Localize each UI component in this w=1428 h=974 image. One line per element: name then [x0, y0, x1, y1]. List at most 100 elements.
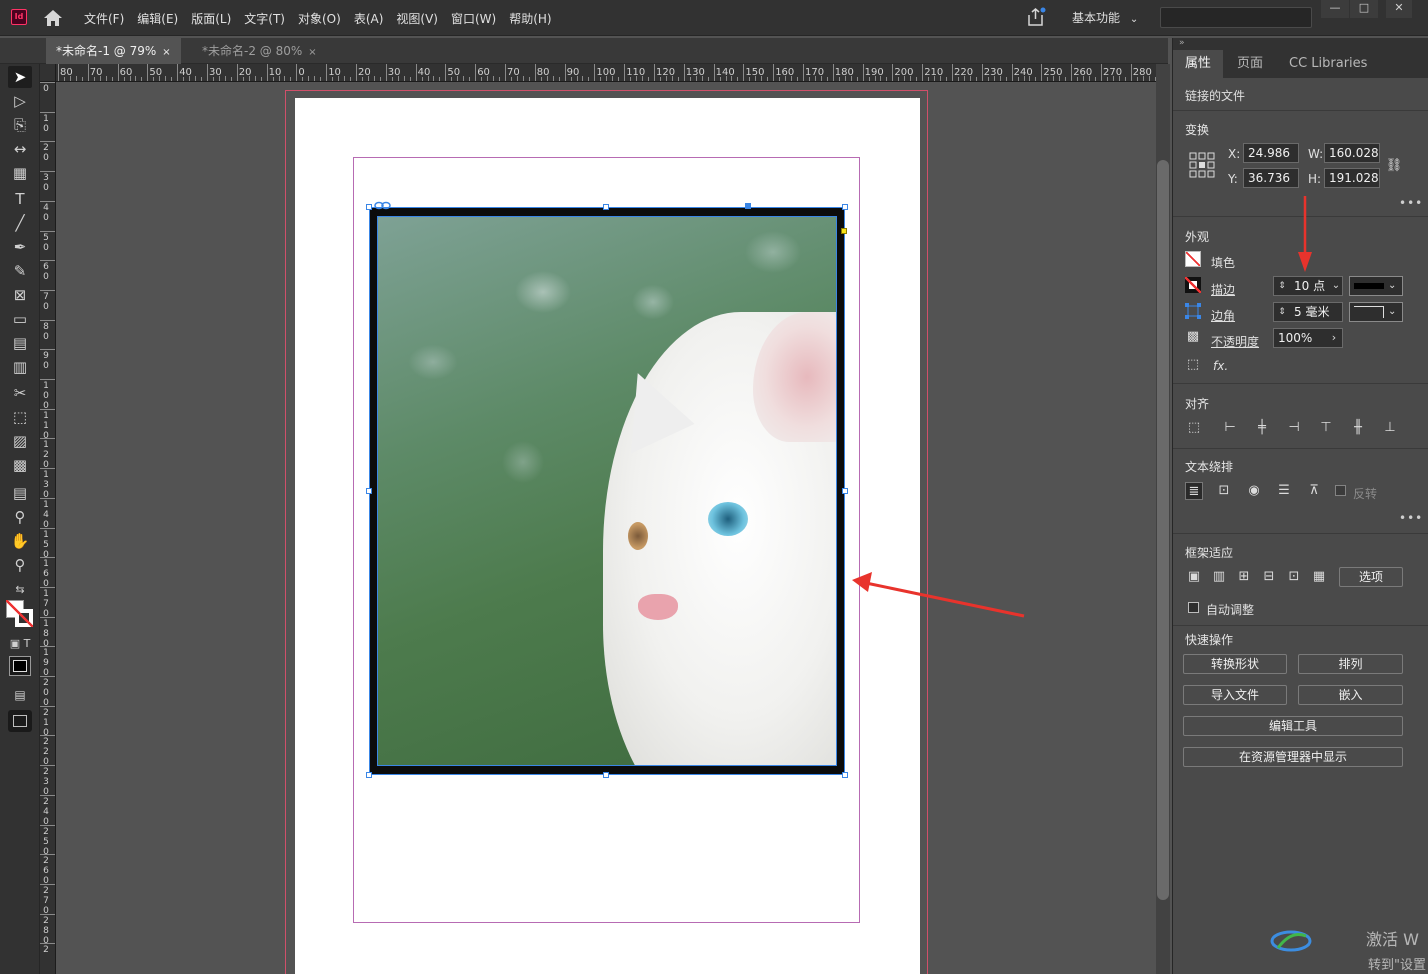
note-tool-icon[interactable]: ▤: [8, 482, 32, 504]
fill-stroke-swatch-icon[interactable]: [6, 600, 34, 628]
fit-content-to-frame-icon[interactable]: ⊟: [1260, 568, 1278, 586]
fit-frame-to-content-icon[interactable]: ⊞: [1235, 568, 1253, 586]
fill-frame-proportionally-icon[interactable]: ▣: [1185, 568, 1203, 586]
fill-none-icon[interactable]: [1185, 251, 1201, 267]
more-options-icon[interactable]: •••: [1399, 196, 1423, 210]
stroke-label[interactable]: 描边: [1211, 281, 1235, 298]
handle-bottom-right[interactable]: [842, 772, 848, 778]
align-right-icon[interactable]: ⊣: [1285, 419, 1303, 437]
handle-bottom-left[interactable]: [366, 772, 372, 778]
close-icon[interactable]: ×: [162, 47, 170, 58]
jump-object-icon[interactable]: ☰: [1275, 482, 1293, 500]
rectangle-tool-icon[interactable]: ▭: [8, 308, 32, 330]
hand-tool-icon[interactable]: ✋: [8, 530, 32, 552]
page-tool-icon[interactable]: ⎘: [8, 114, 32, 136]
align-left-icon[interactable]: ⊢: [1221, 419, 1239, 437]
tab-cc-libraries[interactable]: CC Libraries: [1277, 50, 1379, 78]
center-content-icon[interactable]: ⊡: [1285, 568, 1303, 586]
embed-button[interactable]: 嵌入: [1298, 685, 1403, 705]
tab-document-1[interactable]: *未命名-1 @ 79% ×: [46, 38, 181, 64]
line-tool-icon[interactable]: ╱: [8, 212, 32, 234]
handle-top-right[interactable]: [842, 204, 848, 210]
menu-window[interactable]: 窗口(W): [451, 10, 496, 27]
edit-tool-button[interactable]: 编辑工具: [1183, 716, 1403, 736]
menu-view[interactable]: 视图(V): [396, 10, 438, 27]
eyedropper-tool-icon[interactable]: ⚲: [8, 506, 32, 528]
chevron-right-icon[interactable]: ›: [1325, 329, 1343, 347]
x-field[interactable]: 24.986: [1243, 143, 1299, 163]
handle-bottom-center[interactable]: [603, 772, 609, 778]
tab-pages[interactable]: 页面: [1225, 50, 1275, 78]
fit-content-proportionally-icon[interactable]: ▥: [1210, 568, 1228, 586]
reference-point-icon[interactable]: [1189, 152, 1215, 178]
ruler-origin[interactable]: [40, 64, 56, 82]
handle-top-left[interactable]: [366, 204, 372, 210]
menu-type[interactable]: 文字(T): [244, 10, 285, 27]
gradient-tool-icon[interactable]: ▨: [8, 430, 32, 452]
content-collector-icon[interactable]: ▦: [8, 162, 32, 184]
align-top-icon[interactable]: ⊤: [1317, 419, 1335, 437]
scissors-tool-icon[interactable]: ✂: [8, 382, 32, 404]
share-icon[interactable]: [1026, 7, 1046, 27]
wrap-around-bounding-box-icon[interactable]: ⊡: [1215, 482, 1233, 500]
fx-label[interactable]: fx.: [1213, 359, 1228, 373]
frame-fitting-options-button[interactable]: 选项: [1339, 567, 1403, 587]
toggle-screen-mode-icon[interactable]: ▤: [8, 684, 32, 706]
zoom-tool-icon[interactable]: ⚲: [8, 554, 32, 576]
selection-tool-icon[interactable]: ➤: [8, 66, 32, 88]
menu-help[interactable]: 帮助(H): [509, 10, 551, 27]
screen-mode-icon[interactable]: [8, 710, 32, 732]
pencil-tool-icon[interactable]: ✎: [8, 260, 32, 282]
menu-object[interactable]: 对象(O): [298, 10, 341, 27]
menu-table[interactable]: 表(A): [354, 10, 384, 27]
home-icon[interactable]: [43, 9, 63, 27]
stepper-icon[interactable]: ⇕: [1273, 303, 1291, 321]
tab-properties[interactable]: 属性: [1173, 50, 1224, 78]
formatting-affects-container-icon[interactable]: ▣ T: [8, 632, 32, 654]
menu-layout[interactable]: 版面(L): [191, 10, 231, 27]
maximize-button[interactable]: □: [1350, 0, 1378, 18]
scrollbar-thumb[interactable]: [1157, 160, 1169, 900]
minimize-button[interactable]: —: [1321, 0, 1349, 18]
menu-edit[interactable]: 编辑(E): [137, 10, 178, 27]
corner-label[interactable]: 边角: [1211, 307, 1235, 324]
auto-fit-checkbox[interactable]: [1188, 602, 1199, 613]
table-tool-icon[interactable]: ▤: [8, 332, 32, 354]
chevron-down-icon[interactable]: ⌄: [1327, 277, 1345, 295]
grid-tool-icon[interactable]: ▥: [8, 356, 32, 378]
corner-shape-dropdown[interactable]: ⌄: [1349, 302, 1403, 322]
tab-document-2[interactable]: *未命名-2 @ 80% ×: [192, 38, 327, 64]
stroke-swatch-icon[interactable]: [1185, 277, 1201, 293]
workspace-switcher[interactable]: 基本功能 ⌄: [1072, 9, 1138, 26]
h-field[interactable]: 191.028: [1324, 168, 1380, 188]
stepper-icon[interactable]: ⇕: [1273, 277, 1291, 295]
gradient-feather-tool-icon[interactable]: ▩: [8, 454, 32, 476]
opacity-checker-icon[interactable]: ▩: [1184, 328, 1202, 346]
menu-file[interactable]: 文件(F): [84, 10, 124, 27]
align-vertical-center-icon[interactable]: ╫: [1349, 419, 1367, 437]
pen-tool-icon[interactable]: ✒: [8, 236, 32, 258]
direct-selection-tool-icon[interactable]: ▷: [8, 90, 32, 112]
arrange-button[interactable]: 排列: [1298, 654, 1403, 674]
handle-middle-left[interactable]: [366, 488, 372, 494]
corner-options-icon[interactable]: [1185, 303, 1201, 319]
align-horizontal-center-icon[interactable]: ╪: [1253, 419, 1271, 437]
constrain-proportions-icon[interactable]: ⛓: [1385, 157, 1403, 175]
no-text-wrap-icon[interactable]: ≣: [1185, 482, 1203, 500]
gap-tool-icon[interactable]: ↔: [8, 138, 32, 160]
content-aware-fit-icon[interactable]: ▦: [1310, 568, 1328, 586]
convert-shape-button[interactable]: 转换形状: [1183, 654, 1287, 674]
handle-top-center[interactable]: [603, 204, 609, 210]
show-in-explorer-button[interactable]: 在资源管理器中显示: [1183, 747, 1403, 767]
align-to-selection-icon[interactable]: ⬚: [1185, 419, 1203, 437]
free-transform-tool-icon[interactable]: ⬚: [8, 406, 32, 428]
stroke-type-dropdown[interactable]: ⌄: [1349, 276, 1403, 296]
effects-frame-icon[interactable]: ⬚: [1184, 356, 1202, 374]
panel-collapse-icon[interactable]: »: [1179, 38, 1423, 50]
type-tool-icon[interactable]: T: [8, 188, 32, 210]
import-file-button[interactable]: 导入文件: [1183, 685, 1287, 705]
more-options-icon[interactable]: •••: [1399, 511, 1423, 525]
swap-fill-stroke-icon[interactable]: ⇆: [8, 578, 32, 600]
normal-view-mode-icon[interactable]: [9, 656, 31, 676]
y-field[interactable]: 36.736: [1243, 168, 1299, 188]
